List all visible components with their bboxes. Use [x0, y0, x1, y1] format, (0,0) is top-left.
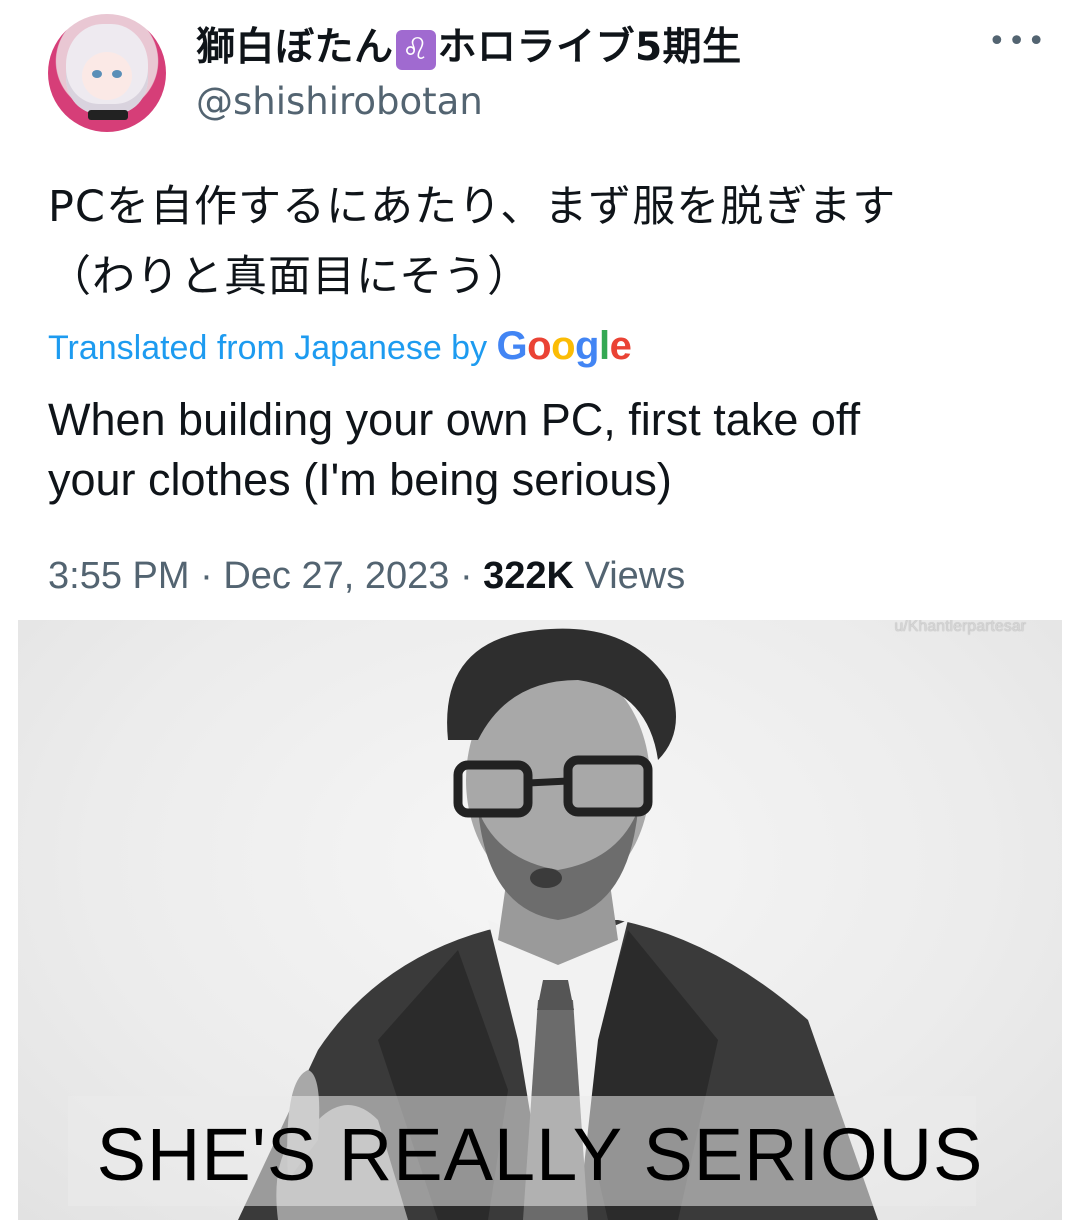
display-name[interactable]: 獅白ぼたん ♌ ホロライブ5期生 — [196, 16, 742, 72]
display-name-part-2: ホロライブ5期生 — [437, 25, 742, 70]
tweet-text-line-2: （わりと真面目にそう） — [48, 252, 532, 302]
more-horizontal-icon[interactable]: ••• — [988, 22, 1045, 62]
avatar-eye-left — [92, 70, 102, 78]
meta-separator: · — [459, 555, 473, 597]
watermark: u/Khantlerpartesar — [894, 620, 1026, 635]
avatar[interactable] — [48, 14, 166, 132]
user-handle[interactable]: @shishirobotan — [196, 80, 483, 123]
google-logo: Google — [496, 324, 632, 368]
views-count[interactable]: 322K — [483, 555, 574, 597]
meme-image: u/Khantlerpartesar SHE'S REALLY SERIOUS — [18, 620, 1062, 1220]
tweet-time[interactable]: 3:55 PM — [48, 555, 190, 597]
tweet-date[interactable]: Dec 27, 2023 — [223, 555, 449, 597]
leo-zodiac-icon: ♌ — [395, 29, 436, 70]
translated-text-line-1: When building your own PC, first take of… — [48, 394, 861, 445]
tweet-header: 獅白ぼたん ♌ ホロライブ5期生 @shishirobotan ••• — [0, 0, 1076, 150]
avatar-eye-right — [112, 70, 122, 78]
translated-text: When building your own PC, first take of… — [48, 390, 1038, 510]
translation-attribution[interactable]: Translated from Japanese by Google — [48, 324, 632, 369]
tweet-text-line-1: PCを自作するにあたり、まず服を脱ぎます — [48, 182, 897, 232]
tweet-text: PCを自作するにあたり、まず服を脱ぎます （わりと真面目にそう） — [48, 172, 1038, 312]
display-name-part-1: 獅白ぼたん — [196, 25, 394, 70]
avatar-choker — [88, 110, 128, 120]
meme-caption: SHE'S REALLY SERIOUS — [96, 1113, 984, 1196]
translated-text-line-2: your clothes (I'm being serious) — [48, 454, 672, 505]
translated-label: Translated from Japanese by — [48, 329, 488, 367]
views-label: Views — [584, 555, 686, 597]
tweet-meta: 3:55 PM · Dec 27, 2023 · 322K Views — [48, 555, 685, 598]
meta-separator: · — [200, 555, 213, 597]
avatar-face — [82, 52, 132, 100]
